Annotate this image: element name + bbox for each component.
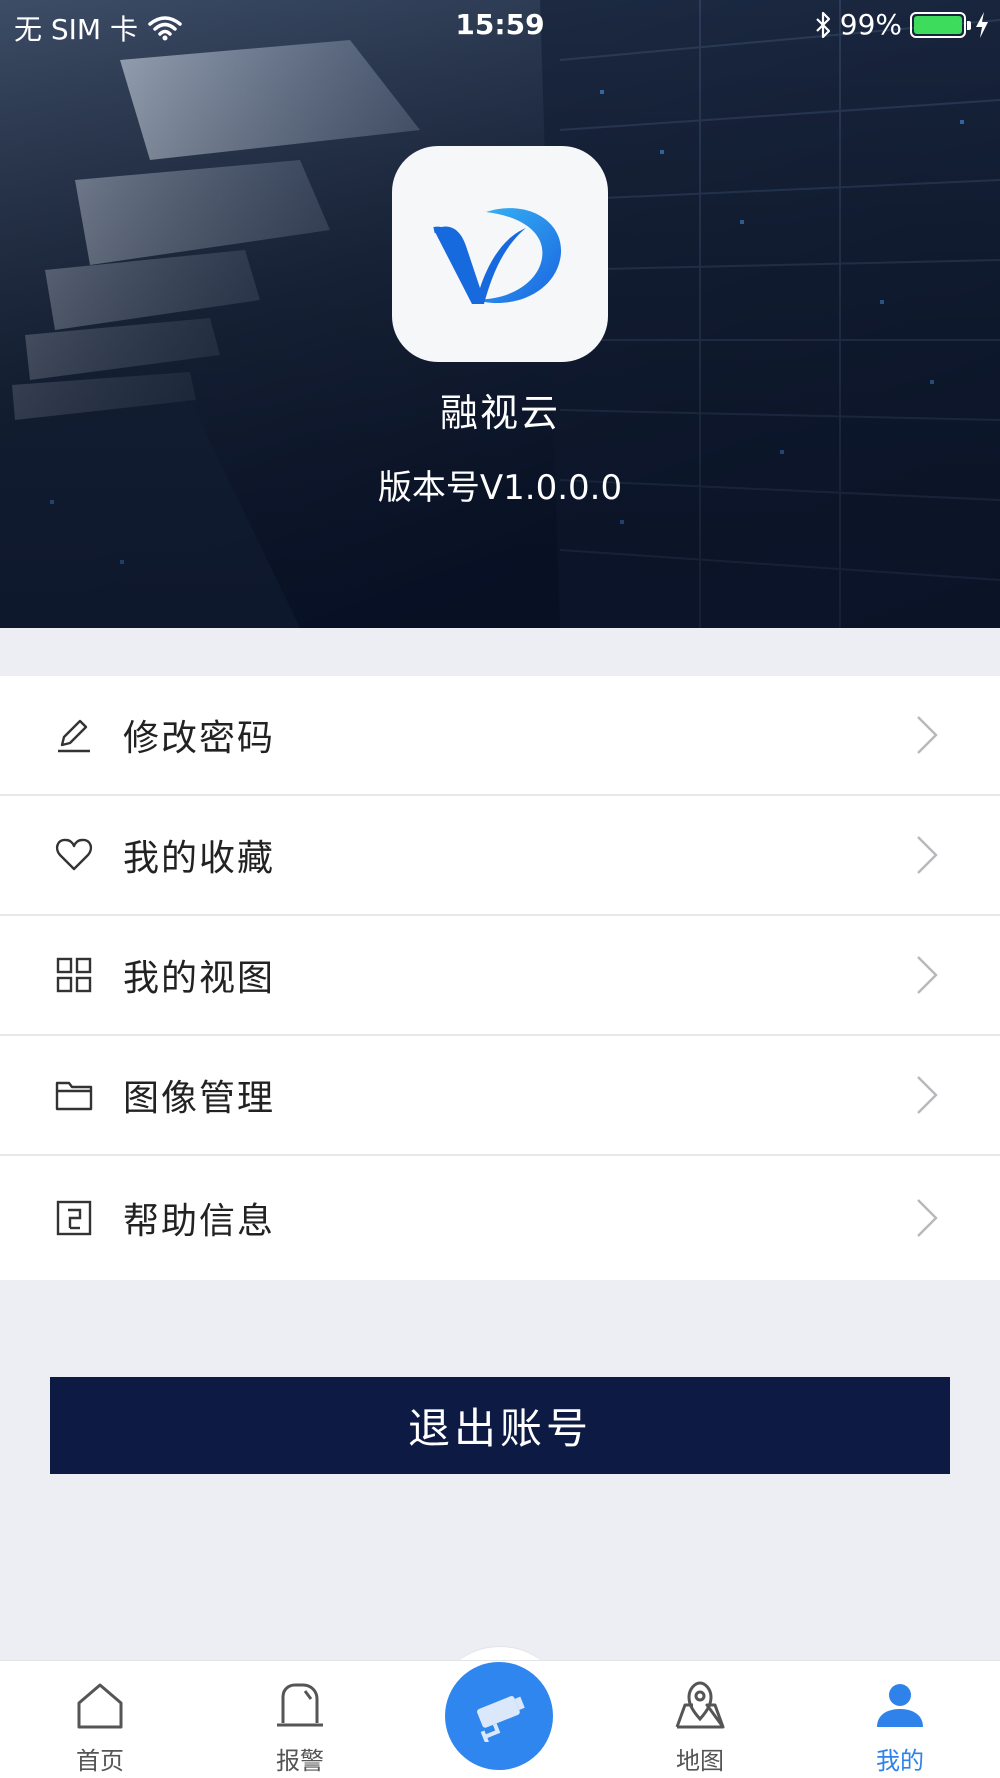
- map-icon: [675, 1681, 725, 1729]
- charging-icon: [976, 11, 988, 38]
- menu-item-image-management[interactable]: 图像管理: [0, 1036, 1000, 1156]
- menu-item-label: 修改密码: [123, 718, 276, 759]
- menu-item-label: 图像管理: [123, 1078, 276, 1119]
- app-version: 版本号V1.0.0.0: [377, 468, 623, 508]
- app-logo-icon: [433, 208, 562, 304]
- folder-icon: [55, 1081, 93, 1111]
- grid-icon: [56, 957, 92, 993]
- user-icon: [877, 1684, 923, 1727]
- camera-center-button[interactable]: [445, 1662, 553, 1770]
- help-icon: [56, 1200, 92, 1236]
- menu-item-my-views[interactable]: 我的视图: [0, 916, 1000, 1036]
- tab-home[interactable]: 首页: [0, 1661, 200, 1778]
- chevron-right-icon: [917, 716, 938, 754]
- app-name: 融视云: [439, 391, 560, 435]
- battery-percent: 99%: [839, 8, 902, 41]
- menu-item-label: 帮助信息: [123, 1201, 276, 1242]
- alarm-icon: [277, 1683, 323, 1727]
- menu-item-label: 我的收藏: [123, 838, 276, 879]
- chevron-right-icon: [917, 1199, 938, 1237]
- home-icon: [77, 1683, 123, 1729]
- camera-icon: [477, 1696, 525, 1742]
- menu-item-change-password[interactable]: 修改密码: [0, 676, 1000, 796]
- header-banner: 无 SIM 卡 15:59 99% 融视云 版本号V1.0.0.0: [0, 0, 1000, 628]
- chevron-right-icon: [917, 956, 938, 994]
- app-logo: [392, 146, 608, 362]
- tab-label: 地图: [676, 1747, 724, 1775]
- tab-label: 首页: [76, 1747, 124, 1775]
- status-right: 99%: [814, 8, 990, 41]
- heart-icon: [55, 838, 93, 871]
- menu-item-help[interactable]: 帮助信息: [0, 1156, 1000, 1280]
- pencil-icon: [58, 719, 90, 753]
- menu-item-favorites[interactable]: 我的收藏: [0, 796, 1000, 916]
- menu-item-label: 我的视图: [123, 958, 276, 999]
- chevron-right-icon: [917, 1076, 938, 1114]
- settings-menu: 修改密码 我的收藏 我的视图 图像管理 帮助信息: [0, 676, 1000, 1280]
- tab-mine[interactable]: 我的: [800, 1661, 1000, 1778]
- logout-button[interactable]: 退出账号: [50, 1377, 950, 1474]
- bluetooth-icon: [815, 11, 830, 38]
- battery-level: [914, 15, 962, 34]
- chevron-right-icon: [917, 836, 938, 874]
- status-bar: 无 SIM 卡 15:59 99%: [0, 0, 1000, 50]
- tab-label: 我的: [876, 1747, 924, 1775]
- tab-label: 报警: [276, 1747, 324, 1775]
- tab-map[interactable]: 地图: [600, 1661, 800, 1778]
- battery-icon: [910, 11, 971, 38]
- tab-alarm[interactable]: 报警: [200, 1661, 400, 1778]
